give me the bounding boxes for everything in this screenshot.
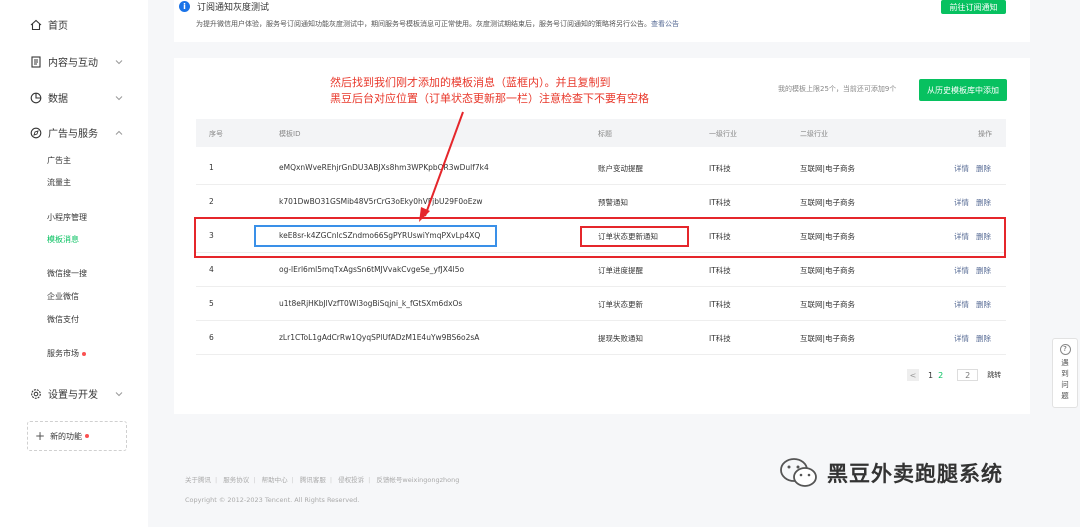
- question-icon: ?: [1059, 344, 1071, 355]
- wechat-logo-icon: [780, 458, 817, 487]
- footer-link[interactable]: 侵权投诉: [338, 476, 364, 484]
- highlight-title-box: [580, 226, 689, 247]
- help-char-1: 遇: [1061, 358, 1069, 367]
- footer-link[interactable]: 关于腾讯: [185, 476, 211, 484]
- help-float-button[interactable]: ? 遇 到 问 题: [1052, 338, 1078, 408]
- footer-link[interactable]: 服务协议: [223, 476, 249, 484]
- footer-link[interactable]: 帮助中心: [262, 476, 288, 484]
- help-char-4: 题: [1061, 391, 1069, 400]
- footer-links: 关于腾讯 | 服务协议 | 帮助中心 | 腾讯客服 | 侵权投诉 | 反馈帐号weixin…: [185, 476, 460, 484]
- watermark: 黑豆外卖跑腿系统: [779, 456, 1003, 490]
- highlight-template-id-box: [254, 225, 497, 247]
- footer-link[interactable]: 反馈帐号weixingongzhong: [376, 476, 459, 484]
- copyright: Copyright © 2012-2023 Tencent. All Right…: [185, 496, 360, 504]
- help-char-3: 问: [1061, 380, 1069, 389]
- watermark-text: 黑豆外卖跑腿系统: [827, 462, 1003, 486]
- footer-link[interactable]: 腾讯客服: [300, 476, 326, 484]
- help-char-2: 到: [1061, 369, 1069, 378]
- annotation-arrow: [419, 111, 464, 222]
